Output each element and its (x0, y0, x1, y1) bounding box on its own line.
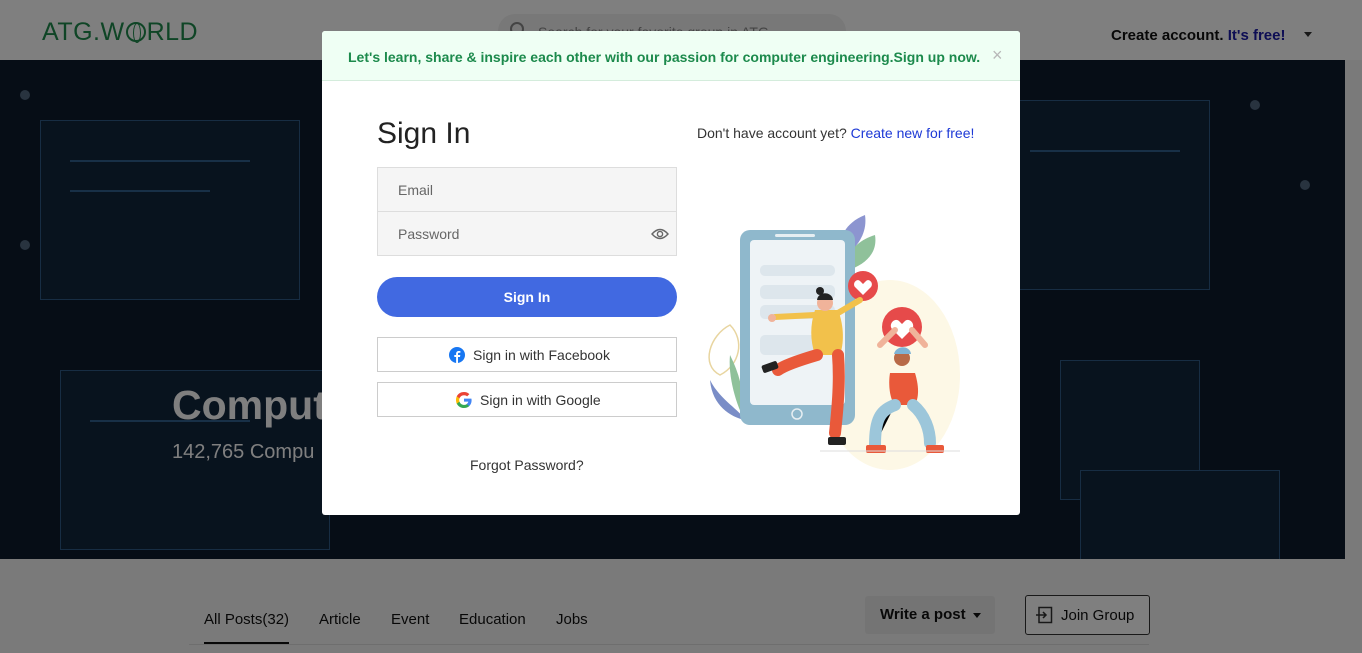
google-signin-button[interactable]: Sign in with Google (377, 382, 677, 417)
signup-banner: Let's learn, share & inspire each other … (322, 31, 1020, 81)
email-input[interactable] (378, 168, 676, 211)
google-icon (456, 392, 472, 408)
facebook-signin-label: Sign in with Facebook (473, 347, 610, 363)
facebook-icon (449, 347, 465, 363)
google-signin-label: Sign in with Google (480, 392, 601, 408)
password-input[interactable] (378, 212, 676, 255)
eye-icon[interactable] (651, 227, 669, 241)
modal-title: Sign In (377, 117, 471, 150)
sign-in-modal: Let's learn, share & inspire each other … (322, 31, 1020, 515)
close-icon[interactable]: × (992, 45, 1003, 66)
forgot-password-link[interactable]: Forgot Password? (470, 457, 584, 473)
facebook-signin-content: Sign in with Facebook (449, 347, 610, 363)
facebook-signin-button[interactable]: Sign in with Facebook (377, 337, 677, 372)
no-account-text: Don't have account yet? Create new for f… (697, 125, 974, 141)
google-signin-content: Sign in with Google (456, 392, 601, 408)
signin-illustration (708, 215, 960, 470)
password-field[interactable] (377, 211, 677, 256)
signup-banner-text: Let's learn, share & inspire each other … (348, 49, 981, 65)
email-field[interactable] (377, 167, 677, 212)
sign-in-button[interactable]: Sign In (377, 277, 677, 317)
create-new-link[interactable]: Create new for free! (851, 125, 975, 141)
no-account-label: Don't have account yet? (697, 125, 847, 141)
